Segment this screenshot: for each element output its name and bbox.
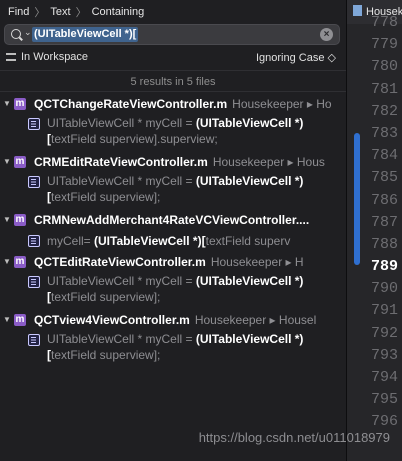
line-number[interactable]: 790 <box>365 278 402 300</box>
match-suffix: textField superview]; <box>51 190 161 204</box>
result-file-name: CRMNewAddMerchant4RateVCViewController..… <box>34 209 314 231</box>
line-number[interactable]: 795 <box>365 389 402 411</box>
disclosure-triangle-icon[interactable]: ▼ <box>3 93 11 115</box>
result-match-row[interactable]: UITableViewCell * myCell = (UITableViewC… <box>0 115 346 151</box>
line-number[interactable]: 787 <box>365 212 402 234</box>
result-match-row[interactable]: UITableViewCell * myCell = (UITableViewC… <box>0 331 346 367</box>
objc-file-icon: m <box>14 256 26 268</box>
source-line-icon <box>28 235 40 247</box>
scope-selector[interactable]: In Workspace <box>6 51 88 63</box>
file-path-text: Housekeeper ▸ H <box>210 255 304 269</box>
match-suffix: textField superview]; <box>51 290 161 304</box>
line-number[interactable]: 793 <box>365 345 402 367</box>
result-file-row[interactable]: ▼ m QCTChangeRateViewController.m Housekeep… <box>0 93 346 115</box>
match-suffix: textField superv <box>205 234 291 248</box>
match-suffix: textField superview]; <box>51 348 161 362</box>
source-line-icon <box>28 118 40 130</box>
chevron-right-icon: 〉 <box>75 7 87 19</box>
line-number-gutter: 778 779 780 781 782 783 784 785 786 787 788 789 790 7… <box>365 12 402 434</box>
results-list: ▼ m QCTChangeRateViewController.m Housekeep… <box>0 93 346 367</box>
breadcrumb-find[interactable]: Find <box>8 6 29 18</box>
disclosure-triangle-icon[interactable]: ▼ <box>3 251 11 273</box>
watermark: https://blog.csdn.net/u011018979 <box>198 430 390 445</box>
objc-file-icon: m <box>14 156 26 168</box>
line-number[interactable]: 782 <box>365 101 402 123</box>
disclosure-triangle-icon[interactable]: ▼ <box>3 151 11 173</box>
file-name-text: CRMEditRateViewController.m <box>34 155 208 169</box>
file-name-text: QCTChangeRateViewController.m <box>34 97 228 111</box>
file-path-text: Housekeeper ▸ Housel <box>194 313 317 327</box>
result-file-name: CRMEditRateViewController.m Housekeeper ▸… <box>34 151 325 173</box>
file-path-text: Housekeeper ▸ Ho <box>232 97 332 111</box>
match-prefix: UITableViewCell * myCell = <box>47 116 196 130</box>
objc-file-icon: m <box>14 98 26 110</box>
search-query-text[interactable]: (UITableViewCell *)[ <box>32 27 139 42</box>
match-prefix: UITableViewCell * myCell = <box>47 174 196 188</box>
disclosure-triangle-icon[interactable]: ▼ <box>3 309 11 331</box>
find-search-field[interactable]: ⌄ (UITableViewCell *)[ × <box>4 24 340 45</box>
scope-label: In Workspace <box>21 51 89 63</box>
objc-file-icon: m <box>14 314 26 326</box>
search-icon[interactable] <box>11 29 21 39</box>
line-number[interactable]: 794 <box>365 367 402 389</box>
line-number[interactable]: 791 <box>365 300 402 322</box>
line-number[interactable]: 786 <box>365 190 402 212</box>
scope-icon <box>6 53 16 61</box>
file-path-text: Housekeeper ▸ Hous <box>212 155 325 169</box>
search-options-row: In Workspace Ignoring Case ◇ <box>0 48 346 68</box>
result-match-row[interactable]: UITableViewCell * myCell = (UITableViewC… <box>0 173 346 209</box>
find-breadcrumb: Find 〉 Text 〉 Containing <box>0 0 346 24</box>
result-file-row[interactable]: ▼ m QCTEditRateViewController.m Housekeeper… <box>0 251 346 273</box>
result-file-row[interactable]: ▼ m CRMNewAddMerchant4RateVCViewController… <box>0 209 346 231</box>
chevron-down-icon[interactable]: ⌄ <box>24 27 32 38</box>
match-suffix: textField superview].superview; <box>51 132 218 146</box>
line-number[interactable]: 784 <box>365 145 402 167</box>
breadcrumb-containing[interactable]: Containing <box>92 6 145 18</box>
line-number[interactable]: 781 <box>365 79 402 101</box>
objc-file-icon: m <box>14 214 26 226</box>
clear-search-button[interactable]: × <box>320 28 333 41</box>
results-summary: 5 results in 5 files <box>0 70 346 92</box>
match-prefix: UITableViewCell * myCell = <box>47 274 196 288</box>
disclosure-triangle-icon[interactable]: ▼ <box>3 209 11 231</box>
line-number[interactable]: 780 <box>365 56 402 78</box>
breadcrumb-text[interactable]: Text <box>50 6 70 18</box>
match-prefix: myCell= <box>47 234 95 248</box>
result-file-name: QCTChangeRateViewController.m Housekeeper… <box>34 93 332 115</box>
source-line-icon <box>28 176 40 188</box>
find-navigator: Find 〉 Text 〉 Containing ⌄ (UITableViewC… <box>0 0 346 461</box>
source-editor: Housek 778 779 780 781 782 783 784 785 786 787 788… <box>347 0 402 461</box>
line-number[interactable]: 785 <box>365 167 402 189</box>
result-file-row[interactable]: ▼ m CRMEditRateViewController.m Housekeeper… <box>0 151 346 173</box>
line-number[interactable]: 779 <box>365 34 402 56</box>
line-number[interactable]: 783 <box>365 123 402 145</box>
chevron-right-icon: 〉 <box>34 7 46 19</box>
match-prefix: UITableViewCell * myCell = <box>47 332 196 346</box>
line-number[interactable]: 789 <box>365 256 402 278</box>
file-name-text: CRMNewAddMerchant4RateVCViewController..… <box>34 213 310 227</box>
file-icon <box>353 5 362 16</box>
result-file-row[interactable]: ▼ m QCTview4ViewController.m Housekeeper ▸ … <box>0 309 346 331</box>
case-sensitivity-popup[interactable]: Ignoring Case ◇ <box>256 51 336 64</box>
editor-scrollbar[interactable] <box>354 133 360 265</box>
result-file-name: QCTview4ViewController.m Housekeeper ▸ Ho… <box>34 309 316 331</box>
source-line-icon <box>28 334 40 346</box>
match-highlight: (UITableViewCell *)[ <box>94 234 206 248</box>
line-number[interactable]: 792 <box>365 323 402 345</box>
result-match-row[interactable]: UITableViewCell * myCell = (UITableViewC… <box>0 273 346 309</box>
line-number[interactable]: 778 <box>365 12 402 34</box>
file-name-text: QCTEditRateViewController.m <box>34 255 206 269</box>
result-match-row[interactable]: myCell= (UITableViewCell *)[textField su… <box>0 231 346 251</box>
source-line-icon <box>28 276 40 288</box>
result-file-name: QCTEditRateViewController.m Housekeeper ▸… <box>34 251 304 273</box>
line-number[interactable]: 788 <box>365 234 402 256</box>
file-name-text: QCTview4ViewController.m <box>34 313 190 327</box>
